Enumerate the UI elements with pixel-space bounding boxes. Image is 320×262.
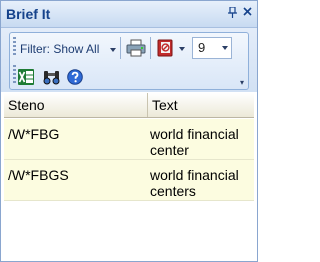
toolbar-area: Filter: Show All 9 ▾ <box>1 28 257 92</box>
binoculars-icon[interactable] <box>43 69 61 85</box>
count-value: 9 <box>198 40 206 55</box>
text-cell: world financial centers <box>150 167 239 199</box>
briefs-grid: Steno Text /W*FBG world financial center… <box>1 93 257 261</box>
panel-title-bar: Brief It <box>1 1 257 28</box>
printer-icon[interactable] <box>126 39 146 57</box>
toolbar-grip-top[interactable] <box>13 37 16 57</box>
toolbar: Filter: Show All 9 ▾ <box>9 32 249 90</box>
table-row[interactable]: /W*FBGS world financial centers <box>4 160 254 201</box>
toolbar-separator <box>120 37 121 59</box>
text-cell: world financial center <box>150 126 239 158</box>
close-glyph <box>243 7 252 16</box>
steno-cell: /W*FBGS <box>8 167 69 183</box>
close-icon[interactable] <box>242 7 253 19</box>
help-icon[interactable] <box>67 69 83 85</box>
grid-header: Steno Text <box>4 93 254 118</box>
brief-it-panel: Brief It Filter: Show All 9 ▾ Steno Text… <box>0 0 258 262</box>
dictionary-icon[interactable] <box>155 38 175 58</box>
count-dropdown-arrow-icon[interactable] <box>222 46 228 50</box>
toolbar-separator <box>150 37 151 59</box>
column-header-steno[interactable]: Steno <box>4 93 148 117</box>
panel-title: Brief It <box>6 6 51 22</box>
filter-dropdown-label[interactable]: Filter: Show All <box>20 42 99 56</box>
dictionary-dropdown-arrow-icon[interactable] <box>179 47 185 51</box>
count-combobox[interactable]: 9 <box>192 37 232 59</box>
excel-icon[interactable] <box>18 69 34 85</box>
pin-glyph <box>228 6 237 18</box>
toolbar-grip-bottom[interactable] <box>13 65 16 85</box>
steno-cell: /W*FBG <box>8 126 60 142</box>
toolbar-overflow-chevron-icon[interactable]: ▾ <box>237 78 247 88</box>
table-row[interactable]: /W*FBG world financial center <box>4 119 254 160</box>
column-header-text[interactable]: Text <box>148 93 252 117</box>
pin-icon[interactable] <box>227 6 238 19</box>
filter-dropdown-arrow-icon[interactable] <box>110 48 116 52</box>
